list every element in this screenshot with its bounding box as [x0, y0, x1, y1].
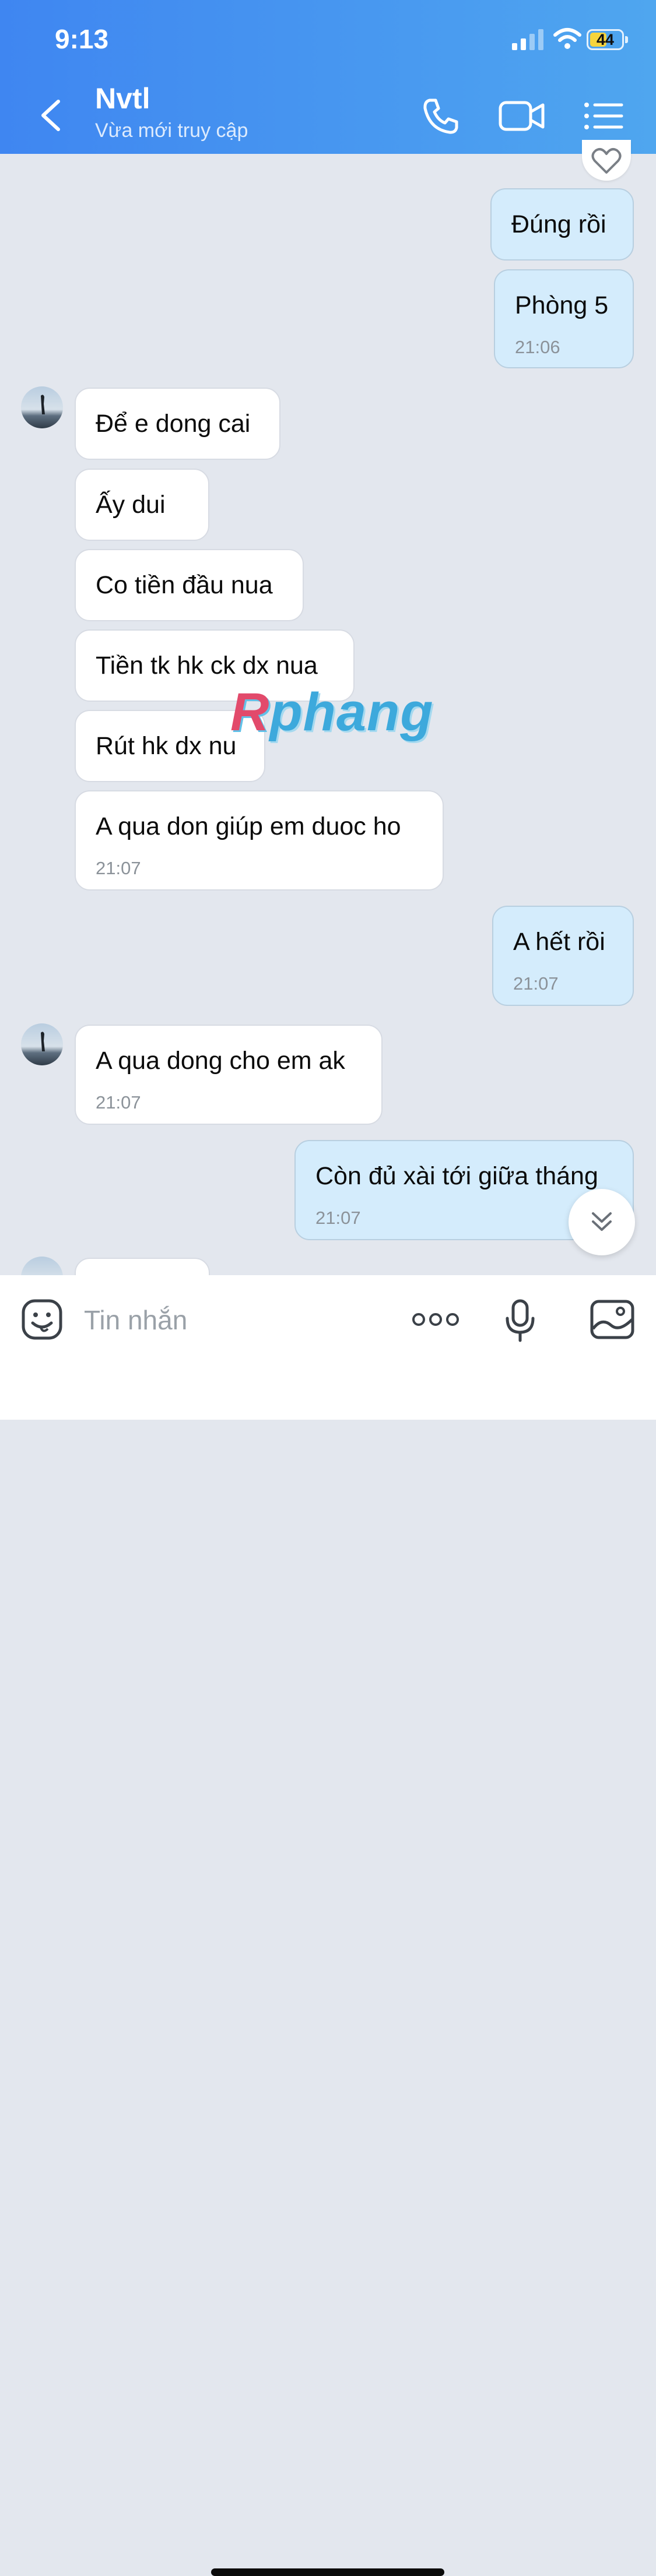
menu-list-icon[interactable] [583, 97, 624, 135]
back-arrow-icon[interactable] [36, 98, 65, 133]
battery-indicator: 44 [587, 29, 624, 50]
message-time: 21:07 [315, 1208, 361, 1228]
more-options-icon[interactable] [412, 1308, 459, 1331]
avatar-figure-icon [41, 1032, 45, 1051]
message-text: Ấy dui [96, 491, 166, 519]
battery-level: 44 [596, 31, 615, 48]
cellular-signal-icon [512, 29, 543, 50]
reaction-heart-button[interactable] [582, 140, 631, 181]
message-bubble-outgoing[interactable]: A hết rồi 21:07 [492, 906, 634, 1006]
microphone-icon[interactable] [505, 1298, 535, 1343]
contact-avatar[interactable] [21, 386, 63, 428]
message-text: A qua don giúp em duoc ho [96, 812, 401, 840]
chat-header: 9:13 44 Nvtl Vừa mới truy cập [0, 0, 656, 154]
image-gallery-icon[interactable] [590, 1300, 634, 1339]
message-bubble-outgoing[interactable]: Đúng rồi [490, 188, 634, 261]
message-composer [0, 1275, 656, 2576]
wifi-icon [553, 28, 581, 49]
message-bubble-incoming[interactable]: Ấy dui [75, 469, 209, 541]
message-bubble-outgoing[interactable]: Phòng 5 21:06 [494, 269, 634, 368]
watermark-logo: Rphang [230, 682, 434, 742]
avatar-figure-icon [41, 395, 45, 414]
message-time: 21:07 [513, 973, 559, 994]
message-input[interactable] [83, 1297, 388, 1343]
home-indicator [211, 2568, 444, 2576]
video-camera-icon[interactable] [499, 97, 545, 135]
battery-tip [625, 36, 628, 43]
message-text: Tiền tk hk ck dx nua [96, 652, 318, 680]
message-text: Co tiền đầu nua [96, 571, 273, 599]
scroll-to-bottom-button[interactable] [569, 1189, 635, 1255]
message-text: A hết rồi [513, 928, 605, 956]
contact-name[interactable]: Nvtl [95, 82, 150, 115]
message-text: Để e dong cai [96, 410, 251, 438]
status-time: 9:13 [55, 24, 109, 54]
message-text: Rút hk dx nu [96, 732, 237, 760]
message-text: Còn đủ xài tới giữa tháng [315, 1162, 598, 1190]
message-text: Phòng 5 [515, 291, 609, 319]
message-text: Đúng rồi [511, 210, 606, 238]
phone-icon[interactable] [422, 97, 460, 135]
message-bubble-incoming[interactable]: Co tiền đầu nua [75, 549, 304, 621]
message-bubble-incoming[interactable]: A qua dong cho em ak 21:07 [75, 1025, 383, 1125]
message-text: A qua dong cho em ak [96, 1047, 345, 1075]
sticker-emoji-icon[interactable] [21, 1298, 63, 1340]
message-time: 21:07 [96, 1092, 141, 1113]
double-chevron-down-icon [592, 1212, 612, 1231]
message-bubble-incoming[interactable]: A qua don giúp em duoc ho 21:07 [75, 790, 444, 891]
contact-avatar[interactable] [21, 1023, 63, 1065]
message-time: 21:07 [96, 858, 141, 878]
message-bubble-incoming[interactable]: Để e dong cai [75, 388, 280, 460]
message-time: 21:06 [515, 337, 560, 357]
contact-status: Vừa mới truy cập [95, 119, 248, 142]
heart-icon [591, 148, 622, 174]
